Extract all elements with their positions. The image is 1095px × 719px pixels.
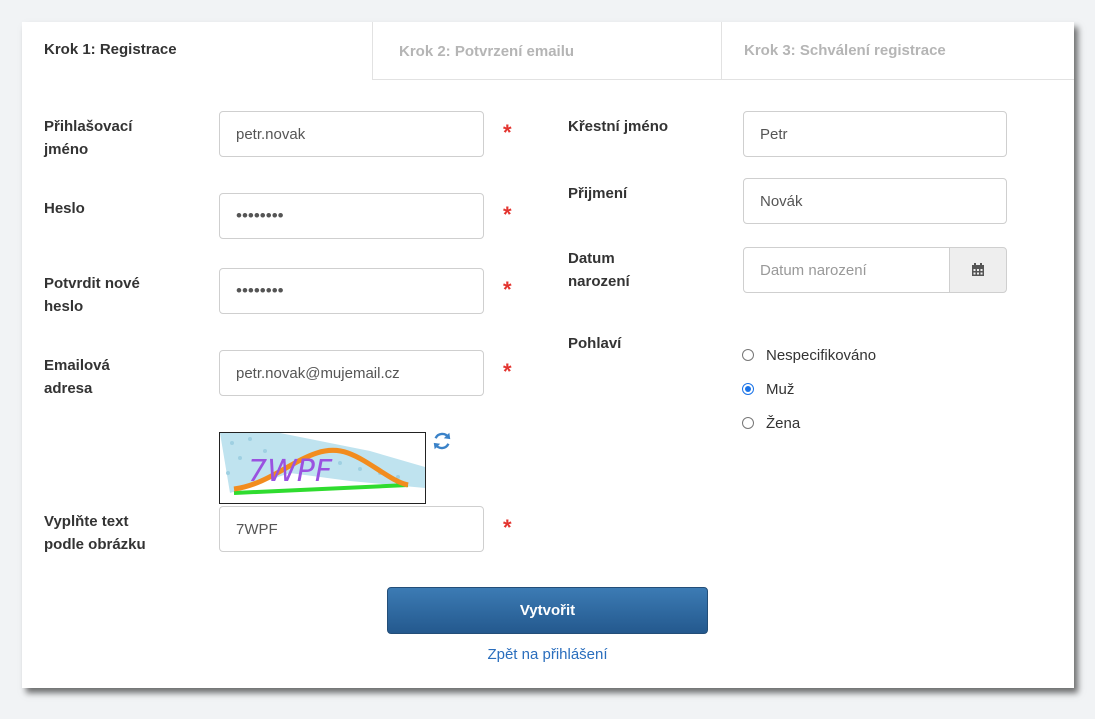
gender-option-female[interactable]: Žena (742, 411, 800, 435)
last-name-label: Přijmení (568, 185, 628, 202)
captcha-label-line1: Vyplňte text (44, 513, 129, 530)
captcha-label-line2: podle obrázku (44, 536, 146, 553)
password-input[interactable] (219, 193, 484, 239)
radio-label: Žena (766, 414, 801, 432)
first-name-label: Křestní jméno (568, 118, 669, 135)
required-mark: * (503, 277, 512, 302)
captcha-input[interactable] (219, 506, 484, 552)
confirm-password-input[interactable] (219, 268, 484, 314)
radio-button[interactable] (742, 417, 754, 429)
email-input[interactable] (219, 350, 484, 396)
last-name-input[interactable] (743, 178, 1007, 224)
gender-label: Pohlaví (568, 335, 622, 352)
required-mark: * (503, 120, 512, 145)
email-label: Emailová adresa (44, 354, 110, 400)
calendar-icon (972, 263, 984, 276)
first-name-input[interactable] (743, 111, 1007, 157)
birth-date-label: Datum narození (568, 247, 630, 293)
tab-step-1[interactable]: Krok 1: Registrace (22, 22, 372, 80)
required-mark: * (503, 515, 512, 540)
username-input[interactable] (219, 111, 484, 157)
captcha-text: 7WPF (248, 454, 333, 489)
confirm-password-label-line1: Potvrdit nové (44, 275, 140, 292)
gender-option-male[interactable]: Muž (742, 377, 794, 401)
step-tabs: Krok 1: Registrace Krok 2: Potvrzení ema… (22, 22, 1074, 80)
captcha-label: Vyplňte text podle obrázku (44, 510, 146, 556)
birth-date-picker (743, 247, 1007, 293)
email-label-line2: adresa (44, 380, 93, 397)
username-label-line1: Přihlašovací (44, 118, 133, 135)
username-label: Přihlašovací jméno (44, 115, 132, 161)
required-mark: * (503, 359, 512, 384)
refresh-icon[interactable] (431, 430, 453, 452)
tab-step-3[interactable]: Krok 3: Schválení registrace (721, 22, 1074, 80)
captcha-image: 7WPF (219, 432, 426, 504)
gender-option-unspecified[interactable]: Nespecifikováno (742, 343, 876, 367)
required-mark: * (503, 202, 512, 227)
radio-button[interactable] (742, 383, 754, 395)
calendar-button[interactable] (949, 247, 1007, 293)
tab-step-2[interactable]: Krok 2: Potvrzení emailu (372, 22, 721, 80)
birth-date-label-line2: narození (568, 273, 630, 290)
create-account-button[interactable]: Vytvořit (387, 587, 708, 634)
confirm-password-label-line2: heslo (44, 298, 84, 315)
email-label-line1: Emailová (44, 357, 110, 374)
confirm-password-label: Potvrdit nové heslo (44, 272, 140, 318)
radio-label: Nespecifikováno (766, 346, 877, 364)
birth-date-input[interactable] (743, 247, 950, 293)
captcha-graphic: 7WPF (220, 433, 425, 495)
username-label-line2: jméno (44, 141, 89, 158)
registration-card: Krok 1: Registrace Krok 2: Potvrzení ema… (22, 22, 1074, 688)
radio-button[interactable] (742, 349, 754, 361)
back-to-login-link[interactable]: Zpět na přihlášení (387, 646, 708, 663)
birth-date-label-line1: Datum (568, 250, 615, 267)
password-label: Heslo (44, 200, 85, 217)
radio-label: Muž (766, 380, 795, 398)
